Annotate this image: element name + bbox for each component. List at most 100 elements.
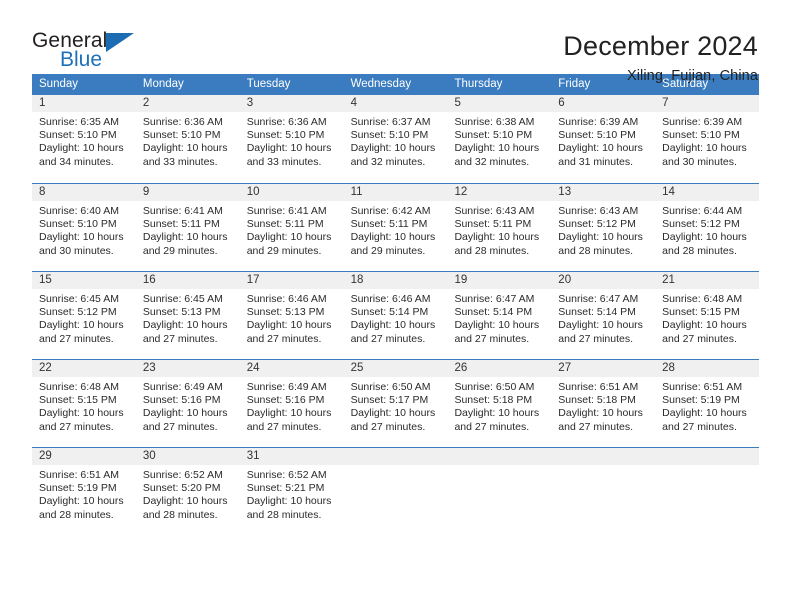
day-number-band: 22 (32, 360, 136, 377)
sunrise-text: Sunrise: 6:47 AM (558, 293, 639, 305)
sunset-text: Sunset: 5:20 PM (142, 482, 221, 495)
daylight-text-line2: and 27 minutes. (246, 332, 322, 345)
sunrise-text: Sunrise: 6:50 AM (350, 381, 431, 393)
daylight-text-line1: Daylight: 10 hours (39, 407, 124, 420)
daylight-text-line2: and 27 minutes. (558, 332, 634, 345)
sunrise-text: Sunrise: 6:45 AM (142, 293, 223, 305)
day-details: Sunrise: 6:48 AM Sunset: 5:15 PM Daylight:… (655, 289, 759, 346)
day-number: 18 (350, 274, 364, 286)
sunrise-text: Sunrise: 6:36 AM (246, 116, 327, 128)
day-details: Sunrise: 6:52 AM Sunset: 5:20 PM Daylight:… (136, 465, 240, 522)
daylight-text-line1: Daylight: 10 hours (246, 231, 332, 244)
calendar-day-cell[interactable]: 4 Sunrise: 6:37 AM Sunset: 5:10 PM Daylight… (343, 95, 448, 183)
sunset-text: Sunset: 5:18 PM (454, 394, 533, 407)
calendar-day-cell[interactable]: 20 Sunrise: 6:47 AM Sunset: 5:14 PM Dayligh… (551, 272, 656, 359)
day-number: 29 (39, 450, 52, 462)
calendar-day-cell[interactable]: 25 Sunrise: 6:50 AM Sunset: 5:17 PM Dayligh… (343, 360, 448, 447)
daylight-text-line1: Daylight: 10 hours (350, 231, 436, 244)
logo-text-blue: Blue (60, 48, 103, 71)
sunrise-text: Sunrise: 6:48 AM (39, 381, 119, 393)
sunset-text: Sunset: 5:17 PM (350, 394, 429, 407)
sunrise-text: Sunrise: 6:49 AM (246, 381, 327, 393)
day-number: 21 (662, 274, 675, 286)
calendar-day-cell[interactable]: 13 Sunrise: 6:43 AM Sunset: 5:12 PM Dayligh… (551, 184, 656, 271)
calendar-day-cell[interactable]: 21 Sunrise: 6:48 AM Sunset: 5:15 PM Dayligh… (655, 272, 760, 359)
calendar-day-cell[interactable]: 15 Sunrise: 6:45 AM Sunset: 5:12 PM Dayligh… (32, 272, 136, 359)
sunset-text: Sunset: 5:16 PM (142, 394, 221, 407)
daylight-text-line2: and 27 minutes. (558, 420, 634, 433)
page-title: December 2024 (563, 31, 758, 61)
calendar-day-cell[interactable]: 17 Sunrise: 6:46 AM Sunset: 5:13 PM Dayligh… (239, 272, 344, 359)
sunrise-text: Sunrise: 6:39 AM (558, 116, 639, 128)
calendar-day-cell[interactable]: 9 Sunrise: 6:41 AM Sunset: 5:11 PM Daylight… (135, 184, 240, 271)
daylight-text-line2: and 28 minutes. (454, 244, 530, 257)
daylight-text-line1: Daylight: 10 hours (39, 231, 124, 244)
daylight-text-line2: and 32 minutes. (454, 155, 530, 168)
calendar-day-cell[interactable]: 14 Sunrise: 6:44 AM Sunset: 5:12 PM Dayligh… (655, 184, 760, 271)
day-details: Sunrise: 6:43 AM Sunset: 5:12 PM Daylight:… (551, 201, 655, 258)
calendar-day-cell[interactable]: 22 Sunrise: 6:48 AM Sunset: 5:15 PM Dayligh… (32, 360, 136, 447)
calendar-day-cell[interactable]: 27 Sunrise: 6:51 AM Sunset: 5:18 PM Dayligh… (551, 360, 656, 447)
day-number-band: 11 (343, 184, 448, 201)
day-number: 8 (39, 186, 46, 198)
day-number: 7 (662, 97, 669, 109)
day-number: 26 (454, 362, 468, 374)
calendar-day-cell[interactable]: 2 Sunrise: 6:36 AM Sunset: 5:10 PM Daylight… (135, 95, 240, 183)
calendar-day-cell[interactable]: 24 Sunrise: 6:49 AM Sunset: 5:16 PM Dayligh… (239, 360, 344, 447)
calendar-day-cell[interactable]: 3 Sunrise: 6:36 AM Sunset: 5:10 PM Daylight… (239, 95, 344, 183)
daylight-text-line1: Daylight: 10 hours (142, 495, 228, 508)
calendar-day-cell[interactable]: 1 Sunrise: 6:35 AM Sunset: 5:10 PM Daylight… (32, 95, 136, 183)
calendar-day-cell[interactable]: 23 Sunrise: 6:49 AM Sunset: 5:16 PM Dayligh… (135, 360, 240, 447)
daylight-text-line1: Daylight: 10 hours (246, 495, 332, 508)
day-number-band: 14 (655, 184, 760, 201)
calendar-day-cell[interactable]: 5 Sunrise: 6:38 AM Sunset: 5:10 PM Daylight… (447, 95, 552, 183)
weekday-header-wednesday: Wednesday (350, 78, 412, 90)
daylight-text-line2: and 29 minutes. (142, 244, 218, 257)
daylight-text-line1: Daylight: 10 hours (454, 142, 540, 155)
daylight-text-line1: Daylight: 10 hours (662, 142, 747, 155)
calendar-day-cell[interactable]: 18 Sunrise: 6:46 AM Sunset: 5:14 PM Dayligh… (343, 272, 448, 359)
general-blue-logo[interactable]: General Blue (32, 30, 152, 76)
daylight-text-line2: and 27 minutes. (350, 420, 426, 433)
calendar-day-cell[interactable]: 16 Sunrise: 6:45 AM Sunset: 5:13 PM Dayligh… (135, 272, 240, 359)
calendar-day-cell[interactable]: 12 Sunrise: 6:43 AM Sunset: 5:11 PM Dayligh… (447, 184, 552, 271)
calendar-week-row: 22 Sunrise: 6:48 AM Sunset: 5:15 PM Dayligh… (32, 359, 760, 447)
sunrise-text: Sunrise: 6:51 AM (39, 469, 119, 481)
weekday-header-thursday: Thursday (454, 78, 503, 90)
sunset-text: Sunset: 5:15 PM (662, 306, 740, 319)
daylight-text-line2: and 27 minutes. (662, 420, 737, 433)
sunrise-text: Sunrise: 6:52 AM (246, 469, 327, 481)
day-number-band: 10 (239, 184, 344, 201)
daylight-text-line2: and 29 minutes. (350, 244, 426, 257)
sunrise-text: Sunrise: 6:46 AM (350, 293, 431, 305)
calendar-day-cell[interactable]: 10 Sunrise: 6:41 AM Sunset: 5:11 PM Dayligh… (239, 184, 344, 271)
calendar-week-row: 15 Sunrise: 6:45 AM Sunset: 5:12 PM Dayligh… (32, 271, 760, 359)
day-number-band: 28 (655, 360, 760, 377)
day-number: 16 (142, 274, 156, 286)
day-number-band: 25 (343, 360, 448, 377)
calendar-day-cell[interactable]: 6 Sunrise: 6:39 AM Sunset: 5:10 PM Daylight… (551, 95, 656, 183)
day-number: 10 (246, 186, 260, 198)
day-number-band: 31 (239, 448, 344, 465)
sunset-text: Sunset: 5:10 PM (142, 129, 221, 142)
calendar-day-cell[interactable]: 19 Sunrise: 6:47 AM Sunset: 5:14 PM Dayligh… (447, 272, 552, 359)
day-details: Sunrise: 6:35 AM Sunset: 5:10 PM Daylight:… (32, 112, 136, 169)
daylight-text-line2: and 27 minutes. (454, 332, 530, 345)
day-number: 15 (39, 274, 52, 286)
calendar-day-cell[interactable]: 29 Sunrise: 6:51 AM Sunset: 5:19 PM Dayligh… (32, 448, 136, 531)
day-number-band: 18 (343, 272, 448, 289)
calendar-day-cell[interactable]: 11 Sunrise: 6:42 AM Sunset: 5:11 PM Dayligh… (343, 184, 448, 271)
calendar-grid: Sunday Monday Tuesday Wednesday Thursday Frid… (32, 74, 760, 531)
sunset-text: Sunset: 5:10 PM (39, 218, 117, 231)
calendar-day-cell[interactable]: 26 Sunrise: 6:50 AM Sunset: 5:18 PM Dayligh… (447, 360, 552, 447)
daylight-text-line1: Daylight: 10 hours (142, 319, 228, 332)
daylight-text-line1: Daylight: 10 hours (246, 319, 332, 332)
calendar-day-cell[interactable]: 7 Sunrise: 6:39 AM Sunset: 5:10 PM Daylight… (655, 95, 760, 183)
calendar-day-cell[interactable]: 28 Sunrise: 6:51 AM Sunset: 5:19 PM Dayligh… (655, 360, 760, 447)
sunset-text: Sunset: 5:14 PM (558, 306, 636, 319)
daylight-text-line2: and 34 minutes. (39, 155, 114, 168)
day-number-band: 8 (32, 184, 136, 201)
calendar-day-cell[interactable]: 8 Sunrise: 6:40 AM Sunset: 5:10 PM Daylight… (32, 184, 136, 271)
calendar-day-cell[interactable]: 30 Sunrise: 6:52 AM Sunset: 5:20 PM Dayligh… (135, 448, 240, 531)
calendar-day-cell[interactable]: 31 Sunrise: 6:52 AM Sunset: 5:21 PM Dayligh… (239, 448, 344, 531)
